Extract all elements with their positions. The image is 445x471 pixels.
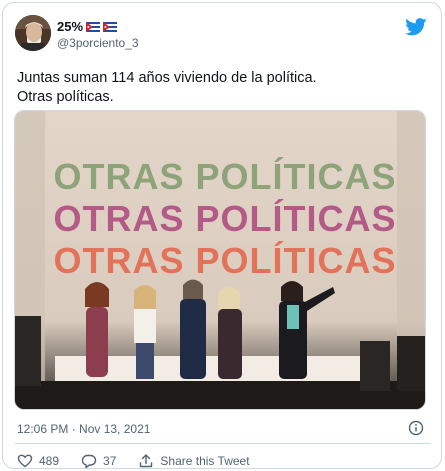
- reply-icon: [81, 454, 97, 469]
- tweet-text-line: Juntas suman 114 años viviendo de la pol…: [17, 70, 317, 86]
- info-icon[interactable]: [408, 420, 424, 436]
- tweet-timestamp[interactable]: 12:06 PM · Nov 13, 2021: [17, 422, 150, 436]
- cuba-flag-icon: [86, 21, 101, 32]
- reply-button[interactable]: 37: [81, 453, 116, 469]
- divider: [15, 443, 431, 444]
- tweet-text-line: Otras políticas.: [17, 89, 114, 105]
- heart-icon: [17, 454, 33, 468]
- tweet-actions: 489 37 Share this Tweet: [17, 453, 272, 469]
- reply-count: 37: [103, 454, 117, 468]
- like-count: 489: [39, 454, 60, 468]
- woman-figure-1: [85, 282, 109, 377]
- like-button[interactable]: 489: [17, 453, 59, 469]
- tweet-media-image[interactable]: OTRAS POLÍTICAS OTRAS POLÍTICAS OTRAS PO…: [14, 110, 426, 410]
- share-label: Share this Tweet: [160, 454, 250, 468]
- share-button[interactable]: Share this Tweet: [138, 453, 250, 469]
- banner-line-3: OTRAS POLÍTICAS: [53, 240, 396, 281]
- twitter-bird-icon[interactable]: [405, 18, 427, 36]
- cuba-flag-icon: [103, 21, 118, 32]
- woman-figure-2: [134, 285, 156, 379]
- banner-line-2: OTRAS POLÍTICAS: [53, 198, 396, 239]
- display-name[interactable]: 25%: [57, 19, 83, 34]
- user-handle[interactable]: @3porciento_3: [57, 36, 139, 50]
- woman-figure-3: [180, 279, 206, 379]
- tweet-text: Juntas suman 114 años viviendo de la pol…: [17, 69, 427, 107]
- avatar[interactable]: [15, 15, 51, 51]
- share-icon: [140, 454, 153, 468]
- banner-line-1: OTRAS POLÍTICAS: [53, 156, 396, 197]
- woman-figure-4: [218, 287, 242, 379]
- tweet-card[interactable]: 25% @3porciento_3 Juntas suman 114 años …: [2, 2, 442, 469]
